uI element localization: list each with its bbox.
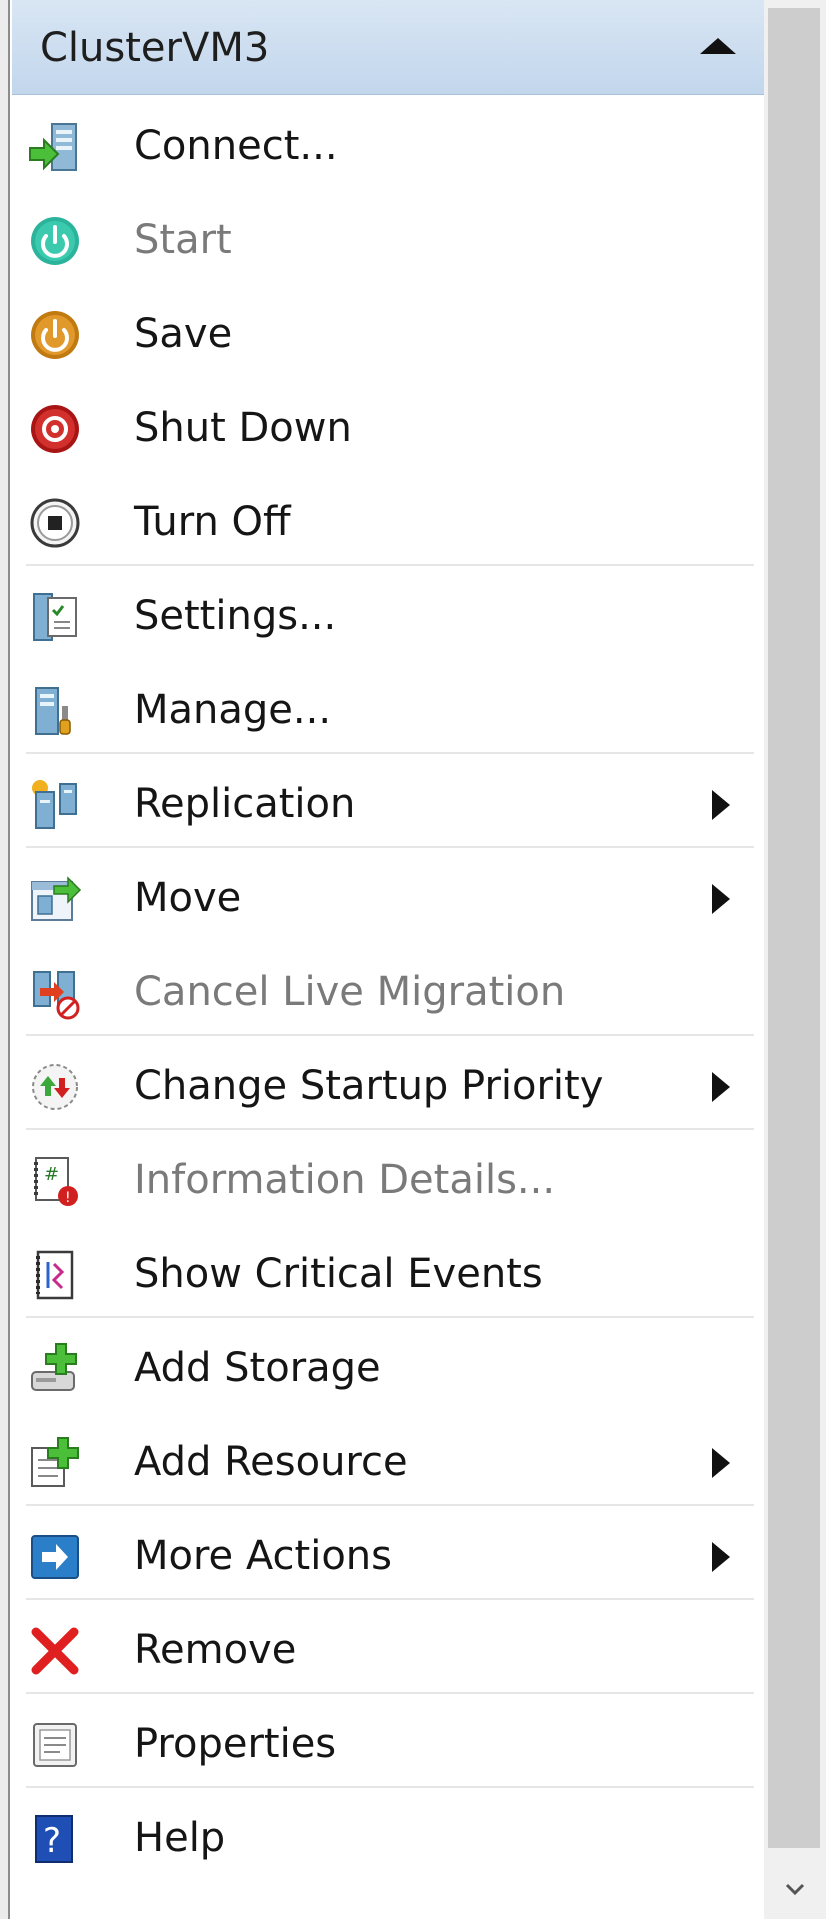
action-label: Add Storage — [134, 1345, 381, 1391]
action-information-details[interactable]: # ! Information Details... — [12, 1138, 752, 1222]
action-label: Manage... — [134, 687, 332, 733]
action-label: Cancel Live Migration — [134, 969, 566, 1015]
submenu-arrow-icon — [712, 1448, 730, 1478]
actions-pane-window: ClusterVM3 Connect... Start Save Shut Do… — [0, 0, 826, 1919]
settings-icon — [33, 593, 77, 641]
submenu-arrow-icon — [712, 1542, 730, 1572]
action-turn-off[interactable]: Turn Off — [12, 480, 752, 564]
action-show-critical-events[interactable]: Show Critical Events — [12, 1232, 752, 1316]
action-label: Help — [134, 1815, 226, 1861]
pane-left-border — [0, 0, 10, 1919]
action-label: Settings... — [134, 593, 337, 639]
submenu-arrow-icon — [712, 1072, 730, 1102]
action-add-resource[interactable]: Add Resource — [12, 1420, 752, 1504]
menu-separator — [26, 752, 754, 754]
connect-icon — [29, 123, 77, 171]
action-change-startup-priority[interactable]: Change Startup Priority — [12, 1044, 752, 1128]
information-details-icon: # ! — [34, 1157, 78, 1206]
manage-icon — [35, 687, 71, 735]
action-save[interactable]: Save — [12, 292, 752, 376]
cancel-migration-icon — [33, 971, 80, 1020]
help-icon: ? — [35, 1815, 73, 1863]
scroll-down-arrow-icon[interactable] — [780, 1874, 810, 1904]
shutdown-icon — [31, 405, 79, 453]
action-add-storage[interactable]: Add Storage — [12, 1326, 752, 1410]
menu-separator — [26, 1316, 754, 1318]
start-power-icon — [31, 217, 79, 265]
replication-icon — [32, 780, 77, 829]
menu-separator — [26, 1128, 754, 1130]
menu-separator — [26, 1692, 754, 1694]
action-label: Move — [134, 875, 242, 921]
action-settings[interactable]: Settings... — [12, 574, 752, 658]
action-shut-down[interactable]: Shut Down — [12, 386, 752, 470]
action-label: Information Details... — [134, 1157, 556, 1203]
menu-separator — [26, 1034, 754, 1036]
menu-separator — [26, 1504, 754, 1506]
group-header[interactable]: ClusterVM3 — [12, 0, 764, 95]
properties-icon — [33, 1723, 77, 1767]
group-header-title: ClusterVM3 — [40, 25, 270, 71]
startup-priority-icon — [32, 1064, 78, 1110]
action-label: Save — [134, 311, 233, 357]
menu-separator — [26, 846, 754, 848]
action-label: Remove — [134, 1627, 297, 1673]
action-move[interactable]: Move — [12, 856, 752, 940]
menu-separator — [26, 564, 754, 566]
action-label: Change Startup Priority — [134, 1063, 604, 1109]
submenu-arrow-icon — [712, 884, 730, 914]
remove-icon — [31, 1627, 79, 1675]
actions-pane: ClusterVM3 Connect... Start Save Shut Do… — [12, 0, 764, 1919]
add-storage-icon — [31, 1343, 77, 1391]
more-actions-icon — [31, 1535, 79, 1579]
action-label: More Actions — [134, 1533, 392, 1579]
svg-text:?: ? — [43, 1821, 61, 1861]
action-help[interactable]: ? Help — [12, 1796, 752, 1880]
action-label: Properties — [134, 1721, 337, 1767]
menu-separator — [26, 1786, 754, 1788]
collapse-up-arrow-icon[interactable] — [700, 38, 736, 54]
action-start[interactable]: Start — [12, 198, 752, 282]
action-label: Shut Down — [134, 405, 352, 451]
action-label: Turn Off — [134, 499, 291, 545]
svg-text:#: # — [44, 1164, 59, 1185]
save-power-icon — [31, 311, 79, 359]
action-label: Replication — [134, 781, 356, 827]
action-label: Show Critical Events — [134, 1251, 543, 1297]
action-replication[interactable]: Replication — [12, 762, 752, 846]
critical-events-icon — [36, 1250, 74, 1300]
turn-off-icon — [30, 498, 80, 548]
action-manage[interactable]: Manage... — [12, 668, 752, 752]
submenu-arrow-icon — [712, 790, 730, 820]
vertical-scrollbar[interactable] — [764, 0, 826, 1919]
svg-text:!: ! — [65, 1190, 71, 1206]
action-label: Start — [134, 217, 232, 263]
action-more-actions[interactable]: More Actions — [12, 1514, 752, 1598]
action-label: Connect... — [134, 123, 338, 169]
action-connect[interactable]: Connect... — [12, 104, 752, 188]
action-remove[interactable]: Remove — [12, 1608, 752, 1692]
scrollbar-thumb[interactable] — [768, 8, 820, 1848]
add-resource-icon — [31, 1437, 79, 1487]
move-icon — [31, 876, 82, 921]
action-label: Add Resource — [134, 1439, 408, 1485]
action-cancel-live-migration[interactable]: Cancel Live Migration — [12, 950, 752, 1034]
action-properties[interactable]: Properties — [12, 1702, 752, 1786]
menu-separator — [26, 1598, 754, 1600]
